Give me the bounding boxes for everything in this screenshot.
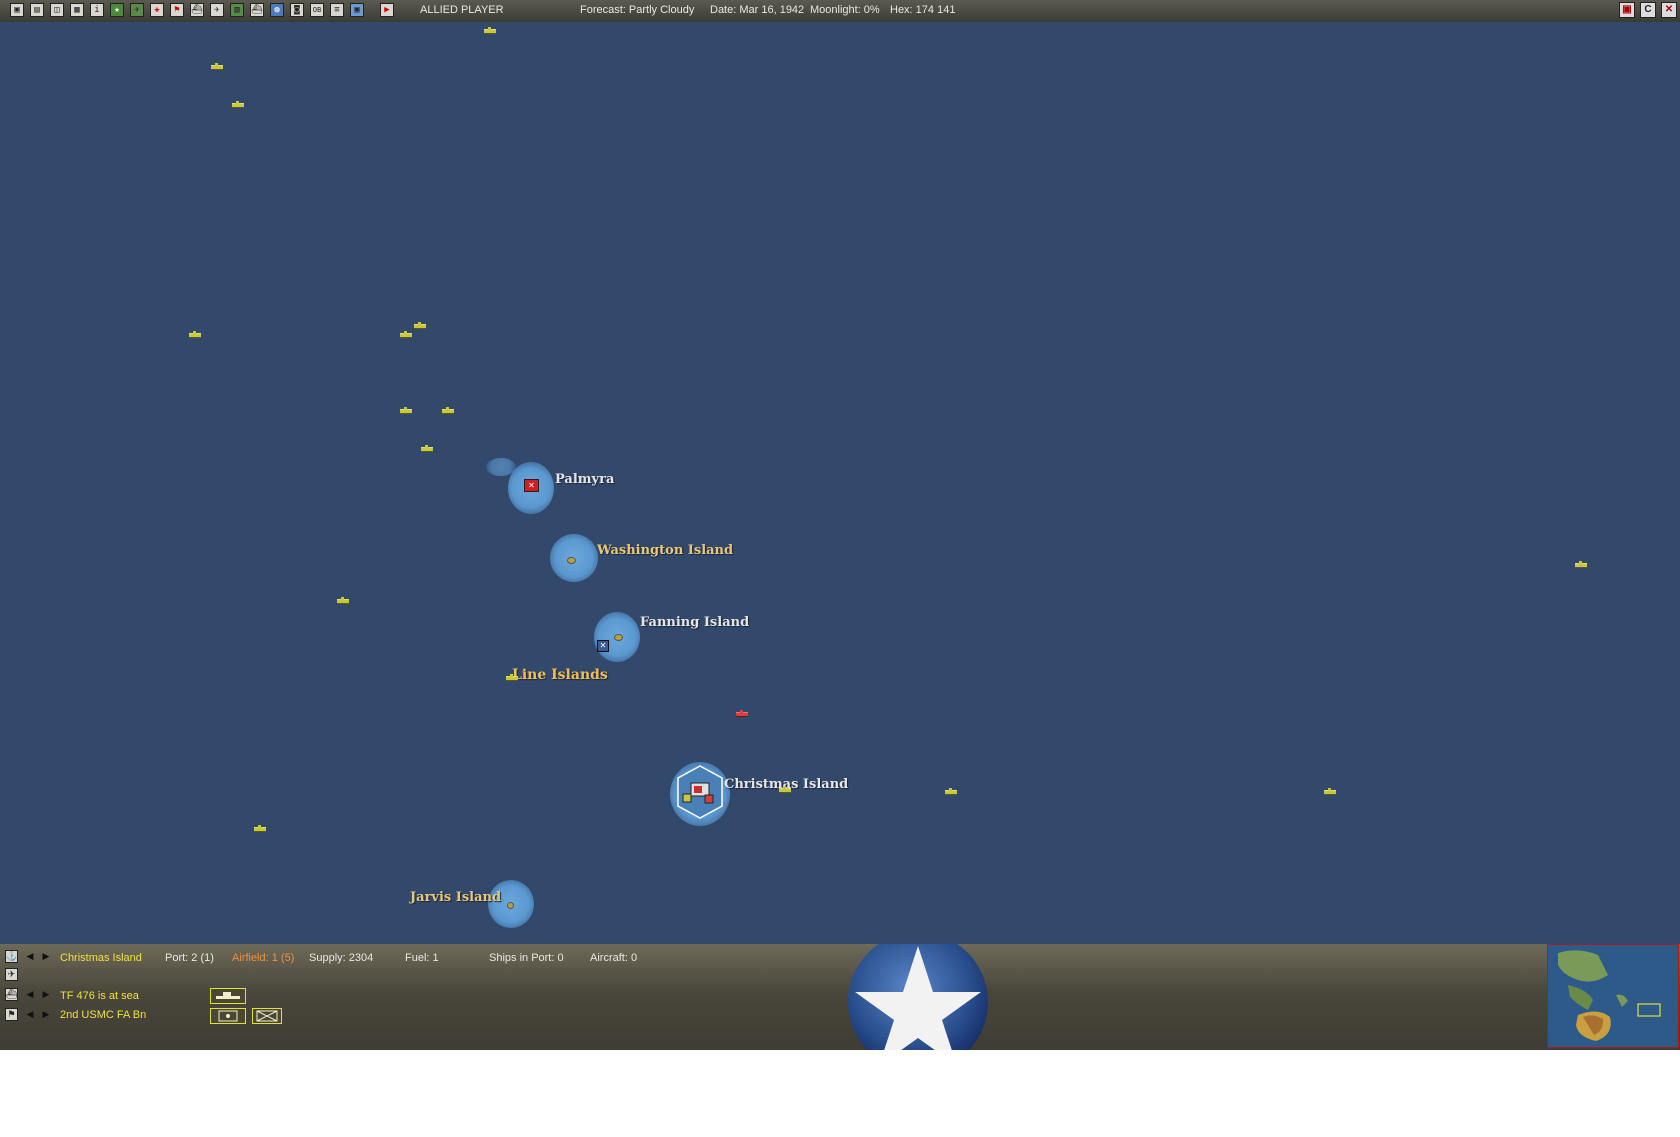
task-force-marker[interactable] <box>442 407 454 414</box>
palmyra-reef <box>486 458 516 476</box>
flag-icon[interactable]: ⚑ <box>170 3 184 17</box>
jarvis-atoll <box>507 902 514 909</box>
ship-icon[interactable]: ⛴ <box>190 3 204 17</box>
place-label-palmyra: Palmyra <box>555 472 615 487</box>
selected-hex[interactable] <box>675 764 725 820</box>
port-value: Port: 2 (1) <box>165 952 214 964</box>
mail-icon[interactable] <box>252 1008 282 1024</box>
next-tf-button[interactable]: ▶ <box>41 989 51 1000</box>
ship-icon[interactable]: ⛴ <box>5 988 18 1001</box>
task-force-marker[interactable] <box>232 101 244 108</box>
aircraft-value: Aircraft: 0 <box>590 952 638 964</box>
camera-icon[interactable]: ◙ <box>290 3 304 17</box>
airgroup-icon[interactable]: ✈ <box>210 3 224 17</box>
task-force-marker[interactable] <box>506 674 518 681</box>
end-turn-icon[interactable]: ▶ <box>380 3 394 17</box>
prev-unit-button[interactable]: ◀ <box>25 1009 35 1020</box>
list-icon[interactable]: ≡ <box>330 3 344 17</box>
task-force-status[interactable]: TF 476 is at sea <box>60 990 139 1002</box>
forecast-label: Forecast: Partly Cloudy <box>580 4 695 16</box>
date-label: Date: Mar 16, 1942 <box>710 4 805 16</box>
task-force-marker[interactable] <box>945 788 957 795</box>
base-name[interactable]: Christmas Island <box>60 952 142 964</box>
report-icon[interactable]: ▤ <box>30 3 44 17</box>
moonlight-label: Moonlight: 0% <box>810 4 880 16</box>
enemy-task-force-marker[interactable] <box>736 710 748 717</box>
task-force-marker[interactable] <box>779 786 791 793</box>
base-icon[interactable]: ▥ <box>230 3 244 17</box>
task-force-marker[interactable] <box>400 331 412 338</box>
ship-list-icon[interactable]: ▦ <box>70 3 84 17</box>
prev-base-button[interactable]: ◀ <box>25 951 35 962</box>
plane-icon[interactable]: ✈ <box>5 968 18 981</box>
map-icon[interactable]: ▣ <box>350 3 364 17</box>
place-label-fanning: Fanning Island <box>640 615 750 630</box>
task-force-marker[interactable] <box>1575 561 1587 568</box>
task-force-marker[interactable] <box>254 825 266 832</box>
us-star-insignia <box>846 944 990 1050</box>
region-label-line-islands: Line Islands <box>512 667 608 683</box>
anchor-icon[interactable]: ⚓ <box>5 950 18 963</box>
next-unit-button[interactable]: ▶ <box>41 1009 51 1020</box>
ships-in-port-value: Ships in Port: 0 <box>489 952 564 964</box>
fuel-value: Fuel: 1 <box>405 952 439 964</box>
info-panel: ⚓ ✈ ⛴ ⚑ ◀ ▶ ◀ ▶ ◀ ▶ Christmas Island Por… <box>0 944 1680 1050</box>
sub-icon[interactable]: ⛴ <box>250 3 264 17</box>
fanning-unit-marker[interactable]: ✕ <box>597 640 609 652</box>
place-label-jarvis: Jarvis Island <box>410 890 502 905</box>
task-force-marker[interactable] <box>1324 788 1336 795</box>
task-force-counter[interactable] <box>210 988 246 1004</box>
globe-icon[interactable]: ◍ <box>270 3 284 17</box>
info-icon[interactable]: i <box>90 3 104 17</box>
player-label: ALLIED PLAYER <box>420 4 504 16</box>
star-icon[interactable]: ★ <box>110 3 124 17</box>
restore-button[interactable]: ▣ <box>1619 2 1635 18</box>
ob-icon[interactable]: OB <box>310 3 324 17</box>
save-icon[interactable]: ▣ <box>10 3 24 17</box>
prev-tf-button[interactable]: ◀ <box>25 989 35 1000</box>
next-base-button[interactable]: ▶ <box>41 951 51 962</box>
task-force-marker[interactable] <box>414 322 426 329</box>
center-button[interactable]: C <box>1640 2 1656 18</box>
close-button[interactable]: ✕ <box>1661 2 1677 18</box>
supply-value: Supply: 2304 <box>309 952 374 964</box>
flag-icon[interactable]: ⚑ <box>5 1008 18 1021</box>
palmyra-base-marker[interactable]: ✕ <box>524 479 539 492</box>
unit-name[interactable]: 2nd USMC FA Bn <box>60 1009 146 1021</box>
top-toolbar: ▣ ▤ ◫ ▦ i ★ ✈ ✚ ⚑ ⛴ ✈ ▥ ⛴ ◍ ◙ OB ≡ ▣ ▶ A… <box>0 0 1680 23</box>
artillery-unit-counter[interactable] <box>210 1008 246 1024</box>
unit-list-icon[interactable]: ◫ <box>50 3 64 17</box>
place-label-washington: Washington Island <box>597 543 734 558</box>
red-cross-icon[interactable]: ✚ <box>150 3 164 17</box>
airfield-value: Airfield: 1 (5) <box>232 952 295 964</box>
hex-label: Hex: 174 141 <box>890 4 956 16</box>
task-force-marker[interactable] <box>189 331 201 338</box>
task-force-marker[interactable] <box>211 63 223 70</box>
aircraft-icon[interactable]: ✈ <box>130 3 144 17</box>
washington-atoll <box>567 557 576 564</box>
fanning-atoll <box>614 634 623 641</box>
task-force-marker[interactable] <box>484 27 496 34</box>
task-force-marker[interactable] <box>421 445 433 452</box>
ocean-map[interactable]: ✕ ✕ Palmyra Washington Island Fanning Is… <box>0 22 1680 944</box>
minimap[interactable] <box>1547 944 1679 1048</box>
task-force-marker[interactable] <box>337 597 349 604</box>
task-force-marker[interactable] <box>400 407 412 414</box>
